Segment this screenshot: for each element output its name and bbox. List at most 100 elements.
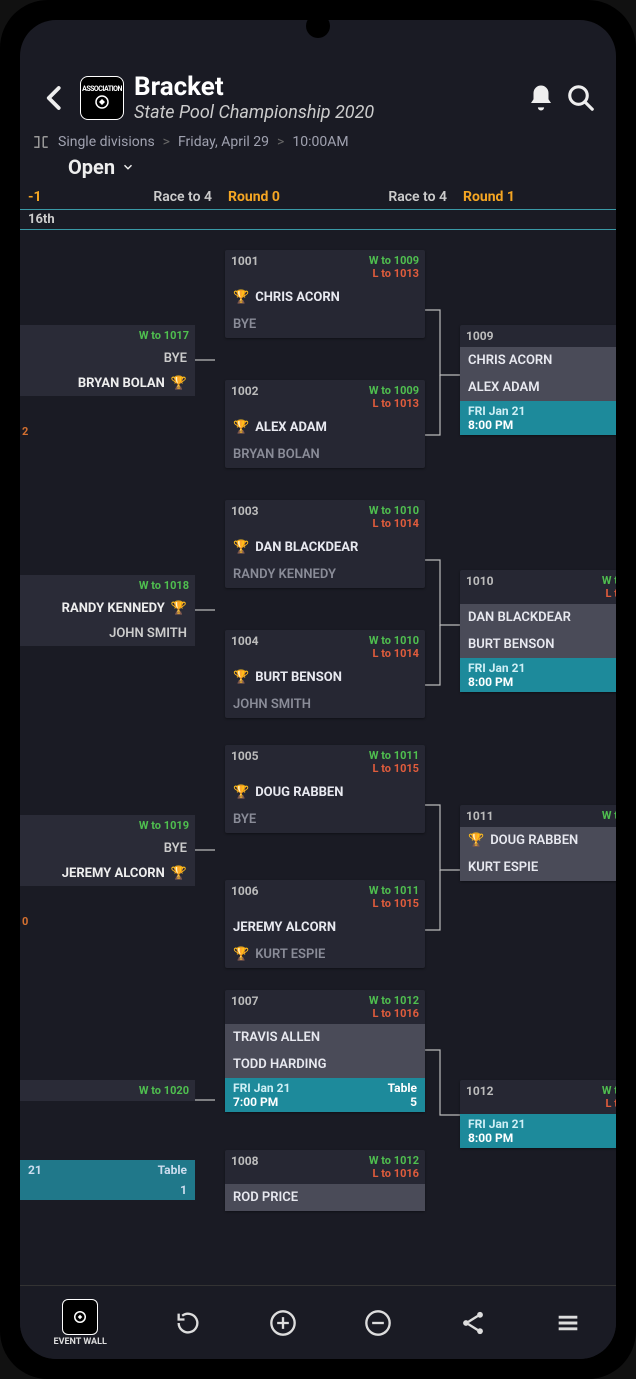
match-wto: W to	[602, 1084, 616, 1097]
breadcrumb-sep: >	[277, 134, 284, 150]
prev-sched-card[interactable]: 21 Table 1	[20, 1160, 195, 1200]
prev-wto: W to 1020	[139, 1084, 189, 1097]
reset-button[interactable]	[174, 1309, 202, 1337]
undo-icon	[174, 1309, 202, 1337]
round-subheader: 16th	[20, 210, 616, 230]
trophy-icon: 🏆	[171, 601, 187, 616]
match-player-1: 🏆CHRIS ACORN	[225, 284, 425, 311]
match-number: 1011	[466, 809, 494, 823]
match-card[interactable]: 1006W to 1011L to 1015JEREMY ALCORN🏆KURT…	[225, 880, 425, 968]
prev-match-card[interactable]: W to 1018 RANDY KENNEDY🏆 JOHN SMITH	[20, 575, 195, 646]
match-wto: W to 1009	[369, 254, 419, 267]
search-icon[interactable]	[566, 83, 596, 113]
match-player-slot: CHRIS ACORN	[460, 347, 616, 374]
match-card[interactable]: 1001W to 1009L to 1013🏆CHRIS ACORNBYE	[225, 250, 425, 338]
match-player-2: RANDY KENNEDY	[225, 561, 425, 588]
match-wto: W to 1012	[369, 994, 419, 1007]
trophy-icon: 🏆	[233, 420, 249, 435]
match-wto: W to 1012	[369, 1154, 419, 1167]
trophy-icon: 🏆	[171, 376, 187, 391]
round-prev-race: Race to 4	[153, 189, 212, 205]
prev-wto: W to 1017	[139, 329, 189, 342]
match-card[interactable]: 1002W to 1009L to 1013🏆ALEX ADAMBRYAN BO…	[225, 380, 425, 468]
match-player-1: 🏆DOUG RABBEN	[225, 779, 425, 806]
round-prev-label: -1	[28, 189, 42, 205]
match-schedule: FRI Jan 218:00 PM	[460, 658, 616, 692]
match-card[interactable]: 1012W toL toFRI Jan 218:00 PM	[460, 1080, 616, 1148]
match-card[interactable]: 1011W to🏆DOUG RABBENKURT ESPIE	[460, 805, 616, 881]
prev-match-card[interactable]: W to 1017 BYE BRYAN BOLAN🏆	[20, 325, 195, 396]
prev-sched-date: 21	[28, 1163, 42, 1177]
match-lto: L to 1014	[373, 517, 419, 530]
match-card[interactable]: 1008W to 1012L to 1016ROD PRICE	[225, 1150, 425, 1211]
match-lto: L to 1013	[373, 397, 419, 410]
menu-button[interactable]	[554, 1309, 582, 1337]
match-schedule: FRI Jan 218:00 PM	[460, 1114, 616, 1148]
match-wto: W to 1011	[369, 749, 419, 762]
match-player-1: 🏆DAN BLACKDEAR	[225, 534, 425, 561]
match-number: 1009	[466, 329, 494, 343]
round0-race: Race to 4	[388, 189, 447, 205]
minus-circle-icon	[364, 1309, 392, 1337]
prev-sched-table-label: Table	[158, 1163, 187, 1177]
breadcrumb-b[interactable]: Friday, April 29	[178, 134, 269, 150]
match-player-2: 🏆KURT ESPIE	[225, 941, 425, 968]
prev-sched-table: 1	[180, 1183, 187, 1197]
match-card[interactable]: 1003W to 1010L to 1014🏆DAN BLACKDEARRAND…	[225, 500, 425, 588]
event-wall-icon	[62, 1299, 98, 1335]
match-lto: L to	[606, 1097, 616, 1110]
match-card[interactable]: 1007W to 1012L to 1016TRAVIS ALLENTODD H…	[225, 990, 425, 1112]
breadcrumb-c[interactable]: 10:00AM	[292, 134, 348, 150]
match-number: 1007	[231, 994, 259, 1008]
match-player-slot: BURT BENSON	[460, 631, 616, 658]
trophy-icon: 🏆	[171, 866, 187, 881]
event-wall-button[interactable]: EVENT WALL	[54, 1299, 107, 1347]
match-number: 1001	[231, 254, 259, 268]
zoom-in-button[interactable]	[269, 1309, 297, 1337]
camera-notch	[310, 18, 326, 34]
match-player-slot: TRAVIS ALLEN	[225, 1024, 425, 1051]
round0-label: Round 0	[228, 189, 280, 205]
share-icon	[459, 1309, 487, 1337]
bell-icon[interactable]	[526, 83, 556, 113]
match-player-slot: 🏆DOUG RABBEN	[460, 827, 616, 854]
match-number: 1002	[231, 384, 259, 398]
match-number: 1003	[231, 504, 259, 518]
prev-player-bottom: BRYAN BOLAN🏆	[20, 371, 195, 396]
side-marker-0: 0	[22, 915, 28, 928]
match-number: 1004	[231, 634, 259, 648]
app-logo-icon[interactable]: ASSOCIATION	[80, 76, 124, 120]
match-player-1: 🏆ALEX ADAM	[225, 414, 425, 441]
match-player-2: BYE	[225, 806, 425, 833]
match-card[interactable]: 1005W to 1011L to 1015🏆DOUG RABBENBYE	[225, 745, 425, 833]
match-wto: W to 1009	[369, 384, 419, 397]
prev-match-card[interactable]: W to 1020	[20, 1080, 195, 1101]
trophy-icon: 🏆	[233, 540, 249, 555]
breadcrumb-a[interactable]: Single divisions	[58, 134, 155, 150]
trophy-icon: 🏆	[233, 785, 249, 800]
match-card[interactable]: 1009CHRIS ACORNALEX ADAMFRI Jan 218:00 P…	[460, 325, 616, 435]
match-card[interactable]: 1010W toL toDAN BLACKDEARBURT BENSONFRI …	[460, 570, 616, 692]
breadcrumb-sep: >	[163, 134, 170, 150]
prev-wto: W to 1018	[139, 579, 189, 592]
chevron-down-icon	[121, 160, 135, 174]
app-logo-label: ASSOCIATION	[82, 85, 122, 93]
match-card[interactable]: 1004W to 1010L to 1014🏆BURT BENSONJOHN S…	[225, 630, 425, 718]
prev-player-top: BYE	[20, 836, 195, 861]
bracket-canvas[interactable]: 2 0 W to 1017 BYE BRYAN BOLAN🏆 W to 1018…	[20, 230, 616, 1280]
prev-match-card[interactable]: W to 1019 BYE JEREMY ALCORN🏆	[20, 815, 195, 886]
match-lto: L to	[606, 587, 616, 600]
prev-player-top: RANDY KENNEDY🏆	[20, 596, 195, 621]
page-title: Bracket	[134, 72, 516, 102]
prev-wto: W to 1019	[139, 819, 189, 832]
division-label: Open	[68, 155, 115, 179]
prev-player-bottom: JOHN SMITH	[20, 621, 195, 646]
back-icon[interactable]	[40, 83, 70, 113]
zoom-out-button[interactable]	[364, 1309, 392, 1337]
match-schedule: FRI Jan 217:00 PMTable5	[225, 1078, 425, 1112]
breadcrumb: Single divisions > Friday, April 29 > 10…	[20, 129, 616, 155]
share-button[interactable]	[459, 1309, 487, 1337]
division-dropdown[interactable]: Open	[20, 155, 616, 185]
match-wto: W to 1010	[369, 634, 419, 647]
match-number: 1008	[231, 1154, 259, 1168]
